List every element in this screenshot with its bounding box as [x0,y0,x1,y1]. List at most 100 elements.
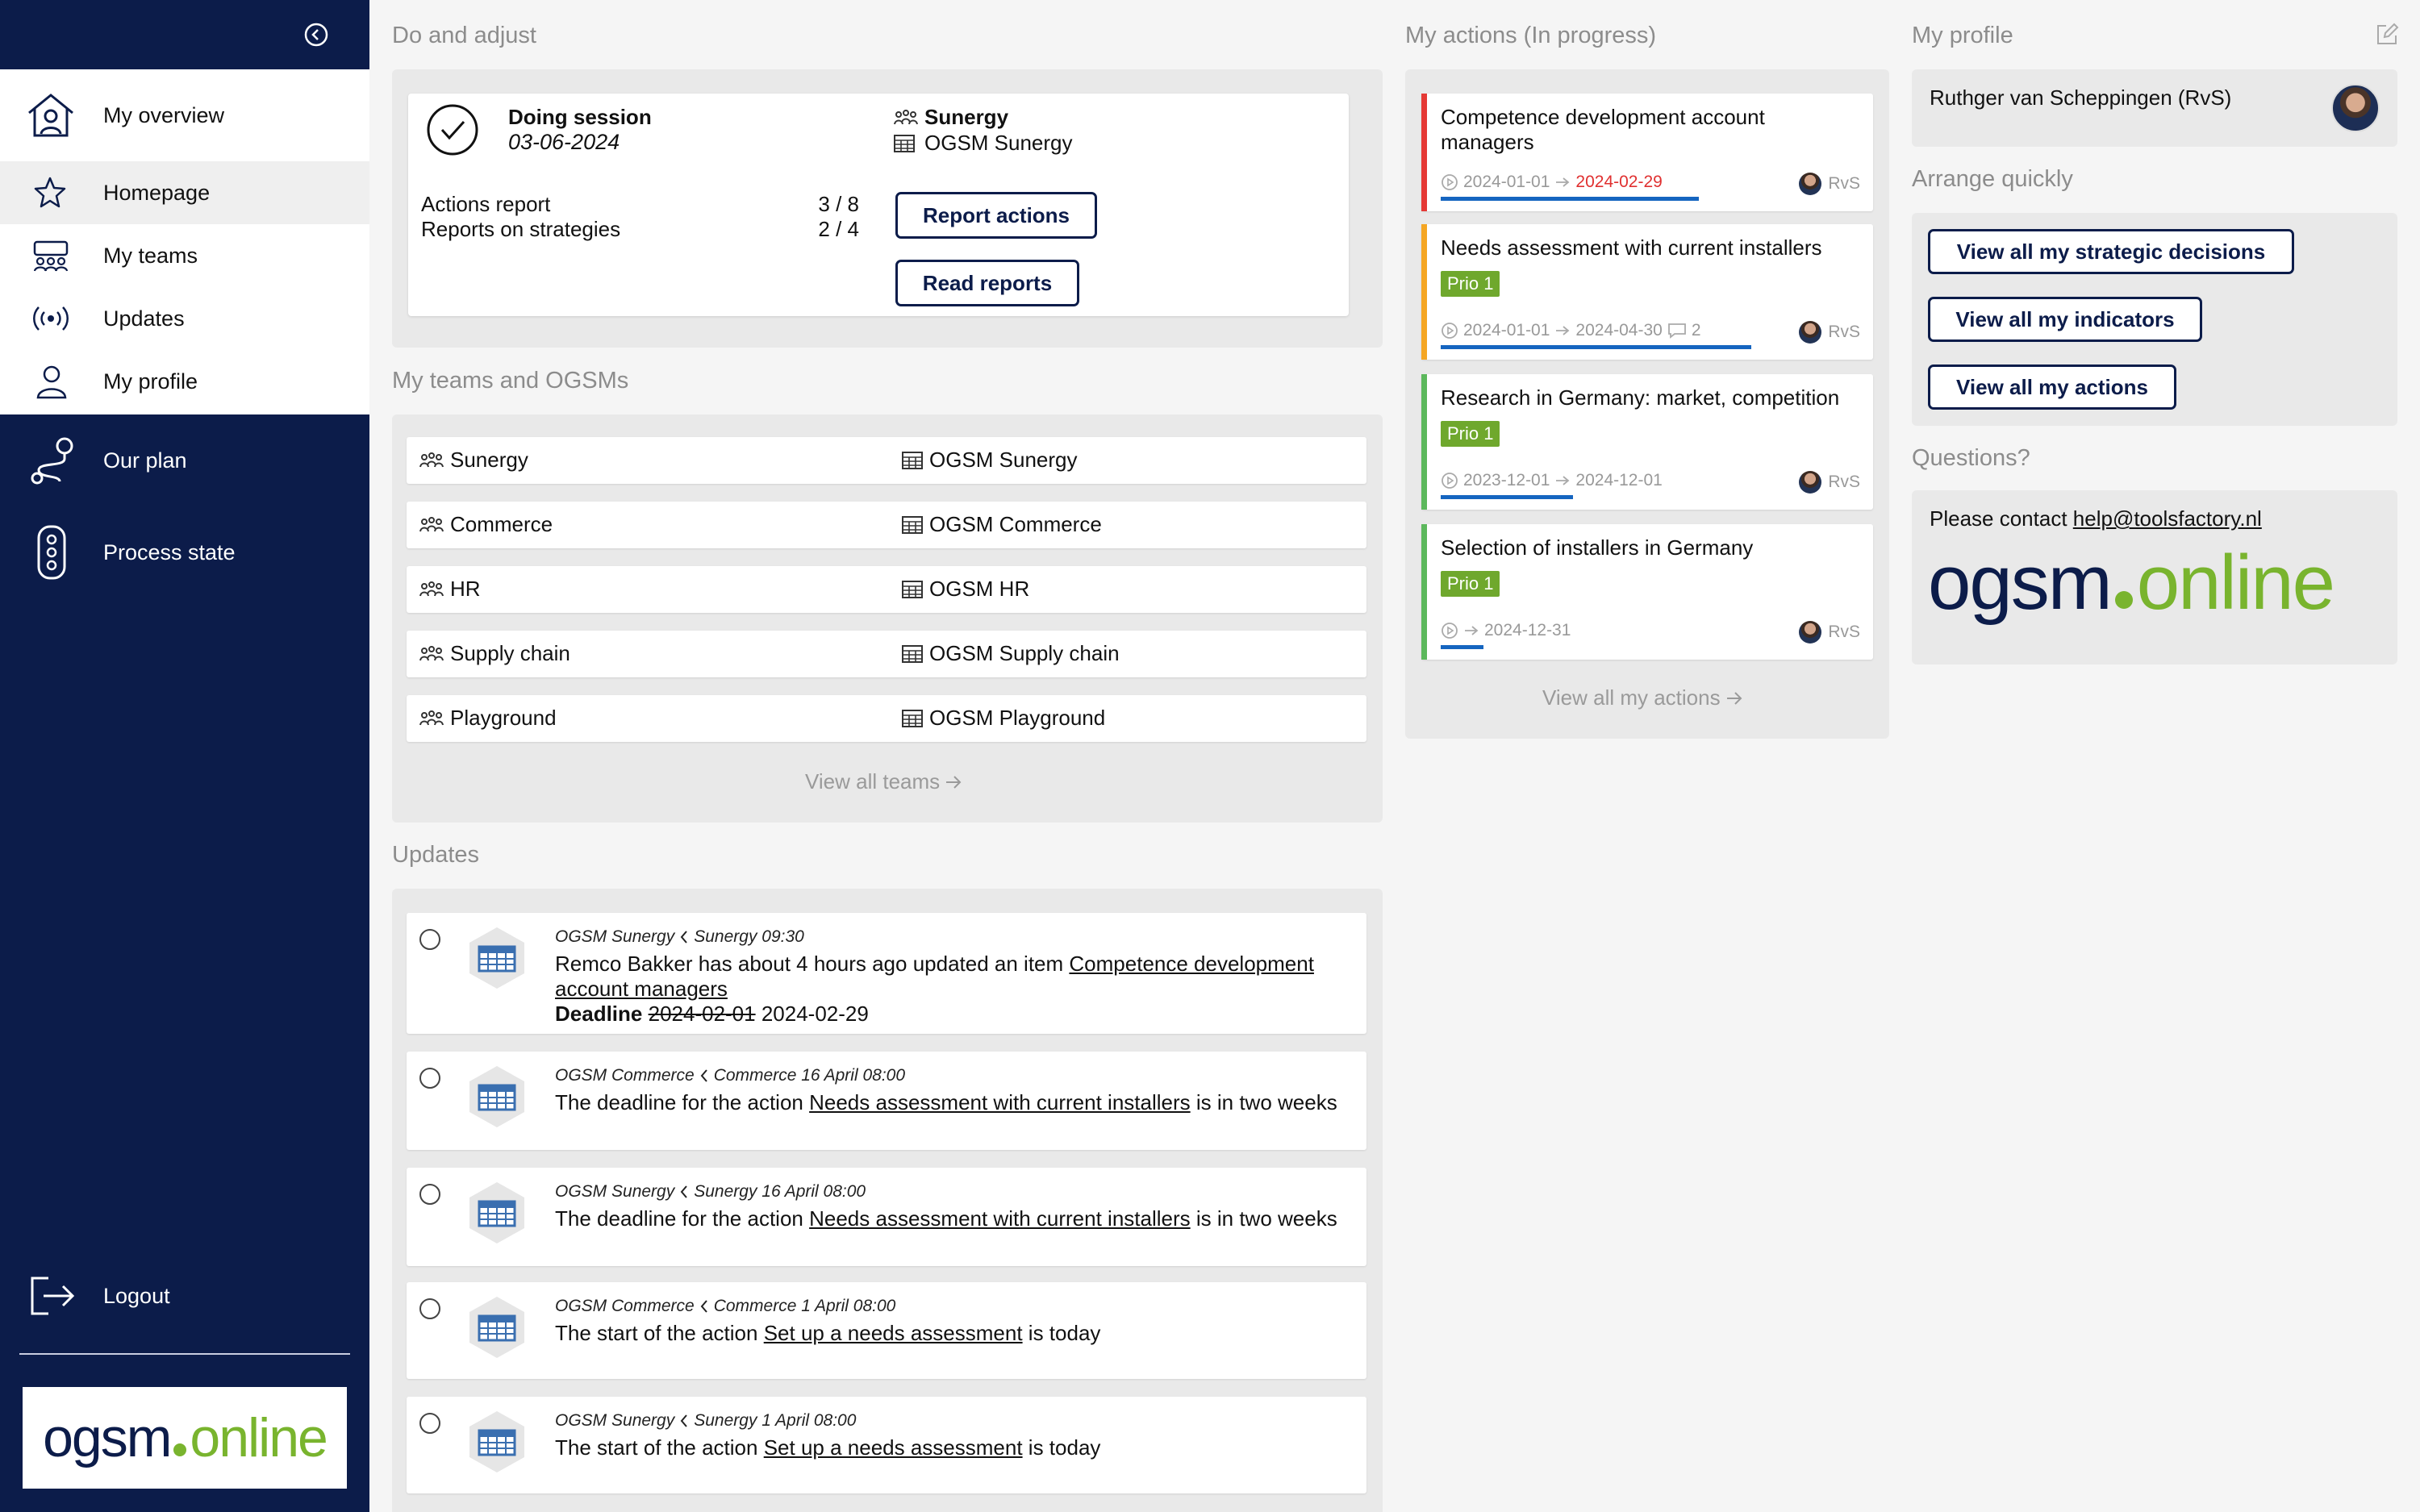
team-row[interactable]: Commerce OGSM Commerce [407,502,1366,548]
mark-read-radio[interactable] [419,1298,440,1319]
ogsm-link[interactable]: OGSM Sunergy [902,448,1078,473]
sidebar-item-my-profile[interactable]: My profile [0,350,369,413]
broadcast-icon [32,304,69,333]
update-text: The deadline for the action Needs assess… [555,1090,1337,1114]
new-deadline: 2024-02-29 [761,1002,869,1026]
sidebar-item-label: Homepage [103,180,211,205]
sidebar-logo[interactable]: ogsm online [23,1387,347,1489]
update-meta: OGSM Sunergy Sunergy 09:30 [555,927,804,946]
chevron-left-icon [699,1299,709,1314]
sidebar-item-label: My teams [103,243,198,268]
team-row[interactable]: HR OGSM HR [407,566,1366,613]
action-dates: 2023-12-01 2024-12-01 [1441,471,1663,490]
sidebar-header [0,0,369,69]
progress-bar [1441,197,1699,201]
collapse-sidebar-icon[interactable] [303,22,329,48]
team-link[interactable]: Playground [419,706,557,731]
ogsm-grid-icon [465,1064,529,1129]
logout-label: Logout [103,1283,170,1308]
team-row[interactable]: Supply chain OGSM Supply chain [407,631,1366,677]
logout-button[interactable]: Logout [0,1264,369,1327]
action-title: Research in Germany: market, competition [1441,385,1840,410]
ogsm-link[interactable]: OGSM Playground [902,706,1105,731]
sidebar-item-label: Our plan [103,448,187,473]
action-card[interactable]: Needs assessment with current installers… [1421,224,1873,360]
update-meta: OGSM Sunergy Sunergy 16 April 08:00 [555,1182,866,1201]
action-dates: 2024-01-01 2024-02-29 [1441,173,1663,192]
progress-bar [1441,645,1483,649]
do-adjust-panel: Doing session 03-06-2024 Sunergy OGSM Su… [392,69,1383,348]
team-row[interactable]: Playground OGSM Playground [407,695,1366,742]
mark-read-radio[interactable] [419,1184,440,1205]
sidebar-item-updates[interactable]: Updates [0,287,369,350]
arrow-right-icon [1554,176,1571,189]
mark-read-radio[interactable] [419,1413,440,1434]
action-card[interactable]: Research in Germany: market, competition… [1421,374,1873,510]
edit-icon[interactable] [2375,23,2399,47]
progress-bar [1441,345,1751,349]
team-link[interactable]: Sunergy [419,448,528,473]
sidebar-item-my-teams[interactable]: My teams [0,224,369,287]
sidebar-item-homepage[interactable]: Homepage [0,161,369,224]
deadline-label: Deadline [555,1002,643,1026]
update-item-link[interactable]: Set up a needs assessment [764,1435,1023,1460]
strategy-reports-label: Reports on strategies [421,217,621,241]
mark-read-radio[interactable] [419,1068,440,1089]
view-all-teams-link[interactable]: View all teams [805,769,962,794]
update-text: The deadline for the action Needs assess… [555,1206,1337,1231]
email-link[interactable]: help@toolsfactory.nl [2073,506,2262,531]
sidebar-item-my-overview[interactable]: My overview [0,81,369,150]
grid-icon [894,134,915,152]
sidebar-divider [19,1353,350,1355]
ogsm-link[interactable]: OGSM Commerce [902,512,1102,537]
update-item: OGSM Sunergy Sunergy 09:30 Remco Bakker ha… [407,913,1366,1034]
team-row[interactable]: Sunergy OGSM Sunergy [407,437,1366,484]
play-icon [1441,472,1458,489]
profile-panel: Ruthger van Scheppingen (RvS) [1912,69,2397,147]
traffic-light-icon [34,523,69,581]
mark-read-radio[interactable] [419,929,440,950]
action-card[interactable]: Selection of installers in Germany Prio 1… [1421,524,1873,660]
doing-session-card: Doing session 03-06-2024 Sunergy OGSM Su… [408,94,1349,316]
ogsm-grid-icon [465,926,529,990]
sidebar-item-our-plan[interactable]: Our plan [0,429,369,492]
questions-panel: Please contact help@toolsfactory.nl ogsm… [1912,490,2397,664]
sidebar-item-process-state[interactable]: Process state [0,521,369,584]
arrow-right-icon [1463,624,1479,637]
action-owner: RvS [1799,621,1860,644]
avatar[interactable] [2331,84,2380,132]
view-all-actions-link[interactable]: View all my actions [1542,685,1743,710]
update-meta: OGSM Sunergy Sunergy 1 April 08:00 [555,1411,857,1430]
team-link[interactable]: Commerce [419,512,553,537]
avatar [1799,173,1822,195]
sidebar-item-label: Process state [103,539,236,564]
status-stripe [1421,94,1427,211]
update-item-link[interactable]: Set up a needs assessment [764,1321,1023,1345]
action-owner: RvS [1799,173,1860,195]
arrange-title: Arrange quickly [1912,166,2073,192]
team-link[interactable]: HR [419,577,481,602]
ogsm-link[interactable]: OGSM HR [902,577,1029,602]
session-date: 03-06-2024 [508,130,620,154]
view-actions-button[interactable]: View all my actions [1928,364,2176,410]
status-stripe [1421,224,1427,360]
update-item-link[interactable]: Needs assessment with current installers [809,1206,1191,1231]
arrange-panel: View all my strategic decisions View all… [1912,213,2397,426]
report-actions-button[interactable]: Report actions [895,192,1097,239]
team-link[interactable]: Supply chain [419,641,570,666]
view-strategic-decisions-button[interactable]: View all my strategic decisions [1928,229,2294,274]
avatar [1799,471,1822,494]
view-indicators-button[interactable]: View all my indicators [1928,297,2202,342]
grid-icon [902,580,923,598]
sidebar-item-label: My overview [103,102,225,127]
read-reports-button[interactable]: Read reports [895,260,1079,306]
avatar [1799,321,1822,344]
update-item-link[interactable]: Needs assessment with current installers [809,1090,1191,1114]
update-text: Remco Bakker has about 4 hours ago updat… [555,952,1314,1026]
update-meta: OGSM Commerce Commerce 16 April 08:00 [555,1066,906,1085]
action-card[interactable]: Competence development account managers 2… [1421,94,1873,211]
avatar [1799,621,1822,644]
old-deadline: 2024-02-01 [648,1002,756,1026]
ogsm-link[interactable]: OGSM Supply chain [902,641,1120,666]
do-adjust-title: Do and adjust [392,23,536,48]
